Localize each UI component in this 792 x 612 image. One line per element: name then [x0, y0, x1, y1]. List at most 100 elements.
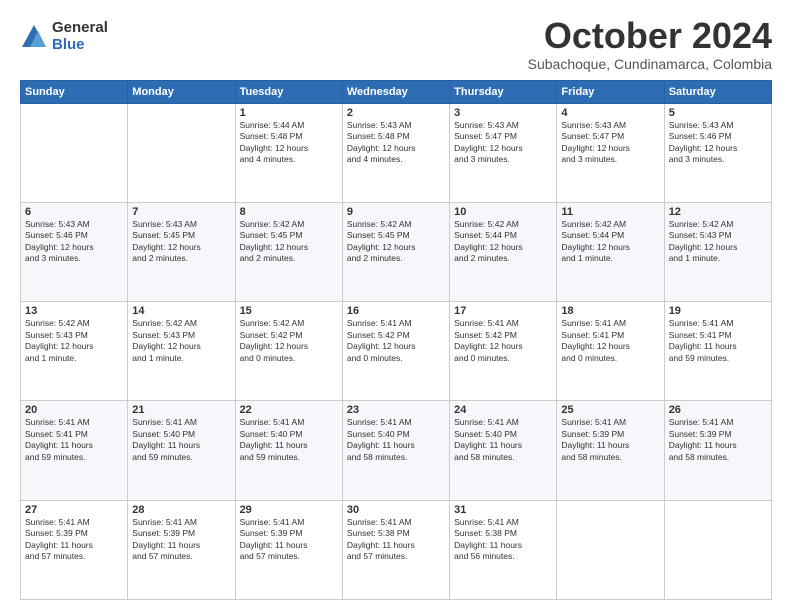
week-row-3: 20Sunrise: 5:41 AM Sunset: 5:41 PM Dayli… [21, 401, 772, 500]
calendar-cell: 23Sunrise: 5:41 AM Sunset: 5:40 PM Dayli… [342, 401, 449, 500]
day-number: 28 [132, 504, 230, 516]
month-title: October 2024 [528, 16, 772, 56]
calendar-cell: 12Sunrise: 5:42 AM Sunset: 5:43 PM Dayli… [664, 202, 771, 301]
calendar-cell: 3Sunrise: 5:43 AM Sunset: 5:47 PM Daylig… [450, 103, 557, 202]
calendar-cell: 17Sunrise: 5:41 AM Sunset: 5:42 PM Dayli… [450, 302, 557, 401]
calendar-cell: 26Sunrise: 5:41 AM Sunset: 5:39 PM Dayli… [664, 401, 771, 500]
logo-icon [20, 23, 48, 51]
weekday-header-tuesday: Tuesday [235, 80, 342, 103]
day-info: Sunrise: 5:41 AM Sunset: 5:40 PM Dayligh… [240, 417, 338, 463]
calendar-cell: 22Sunrise: 5:41 AM Sunset: 5:40 PM Dayli… [235, 401, 342, 500]
day-info: Sunrise: 5:41 AM Sunset: 5:41 PM Dayligh… [25, 417, 123, 463]
weekday-header-wednesday: Wednesday [342, 80, 449, 103]
day-info: Sunrise: 5:41 AM Sunset: 5:39 PM Dayligh… [25, 517, 123, 563]
location: Subachoque, Cundinamarca, Colombia [528, 56, 772, 72]
day-number: 1 [240, 107, 338, 119]
calendar-cell: 8Sunrise: 5:42 AM Sunset: 5:45 PM Daylig… [235, 202, 342, 301]
day-info: Sunrise: 5:41 AM Sunset: 5:38 PM Dayligh… [347, 517, 445, 563]
calendar-cell: 11Sunrise: 5:42 AM Sunset: 5:44 PM Dayli… [557, 202, 664, 301]
day-info: Sunrise: 5:42 AM Sunset: 5:44 PM Dayligh… [454, 219, 552, 265]
day-number: 19 [669, 305, 767, 317]
week-row-0: 1Sunrise: 5:44 AM Sunset: 5:48 PM Daylig… [21, 103, 772, 202]
day-info: Sunrise: 5:42 AM Sunset: 5:43 PM Dayligh… [669, 219, 767, 265]
day-info: Sunrise: 5:43 AM Sunset: 5:46 PM Dayligh… [25, 219, 123, 265]
weekday-header-friday: Friday [557, 80, 664, 103]
week-row-2: 13Sunrise: 5:42 AM Sunset: 5:43 PM Dayli… [21, 302, 772, 401]
day-number: 16 [347, 305, 445, 317]
day-number: 5 [669, 107, 767, 119]
calendar-cell: 9Sunrise: 5:42 AM Sunset: 5:45 PM Daylig… [342, 202, 449, 301]
day-number: 26 [669, 404, 767, 416]
calendar-cell: 16Sunrise: 5:41 AM Sunset: 5:42 PM Dayli… [342, 302, 449, 401]
day-info: Sunrise: 5:41 AM Sunset: 5:41 PM Dayligh… [669, 318, 767, 364]
day-number: 29 [240, 504, 338, 516]
day-number: 22 [240, 404, 338, 416]
day-info: Sunrise: 5:41 AM Sunset: 5:42 PM Dayligh… [454, 318, 552, 364]
day-info: Sunrise: 5:43 AM Sunset: 5:47 PM Dayligh… [561, 120, 659, 166]
logo-text: General Blue [52, 20, 108, 53]
day-number: 6 [25, 206, 123, 218]
day-info: Sunrise: 5:41 AM Sunset: 5:40 PM Dayligh… [132, 417, 230, 463]
title-section: October 2024 Subachoque, Cundinamarca, C… [528, 16, 772, 72]
day-number: 21 [132, 404, 230, 416]
day-number: 20 [25, 404, 123, 416]
day-info: Sunrise: 5:41 AM Sunset: 5:38 PM Dayligh… [454, 517, 552, 563]
day-number: 10 [454, 206, 552, 218]
day-number: 15 [240, 305, 338, 317]
calendar-cell: 7Sunrise: 5:43 AM Sunset: 5:45 PM Daylig… [128, 202, 235, 301]
day-info: Sunrise: 5:42 AM Sunset: 5:43 PM Dayligh… [132, 318, 230, 364]
logo-general: General [52, 20, 108, 37]
day-info: Sunrise: 5:43 AM Sunset: 5:47 PM Dayligh… [454, 120, 552, 166]
day-info: Sunrise: 5:42 AM Sunset: 5:42 PM Dayligh… [240, 318, 338, 364]
day-number: 2 [347, 107, 445, 119]
weekday-header-row: SundayMondayTuesdayWednesdayThursdayFrid… [21, 80, 772, 103]
day-info: Sunrise: 5:41 AM Sunset: 5:39 PM Dayligh… [669, 417, 767, 463]
calendar-cell: 21Sunrise: 5:41 AM Sunset: 5:40 PM Dayli… [128, 401, 235, 500]
day-info: Sunrise: 5:41 AM Sunset: 5:42 PM Dayligh… [347, 318, 445, 364]
day-info: Sunrise: 5:41 AM Sunset: 5:39 PM Dayligh… [561, 417, 659, 463]
calendar-cell: 14Sunrise: 5:42 AM Sunset: 5:43 PM Dayli… [128, 302, 235, 401]
day-number: 12 [669, 206, 767, 218]
day-info: Sunrise: 5:41 AM Sunset: 5:39 PM Dayligh… [240, 517, 338, 563]
day-info: Sunrise: 5:43 AM Sunset: 5:48 PM Dayligh… [347, 120, 445, 166]
logo-blue: Blue [52, 37, 108, 54]
day-number: 17 [454, 305, 552, 317]
calendar-cell: 29Sunrise: 5:41 AM Sunset: 5:39 PM Dayli… [235, 500, 342, 599]
day-info: Sunrise: 5:41 AM Sunset: 5:39 PM Dayligh… [132, 517, 230, 563]
day-info: Sunrise: 5:42 AM Sunset: 5:43 PM Dayligh… [25, 318, 123, 364]
weekday-header-thursday: Thursday [450, 80, 557, 103]
calendar-cell: 1Sunrise: 5:44 AM Sunset: 5:48 PM Daylig… [235, 103, 342, 202]
day-info: Sunrise: 5:41 AM Sunset: 5:41 PM Dayligh… [561, 318, 659, 364]
calendar-cell: 24Sunrise: 5:41 AM Sunset: 5:40 PM Dayli… [450, 401, 557, 500]
calendar-cell: 15Sunrise: 5:42 AM Sunset: 5:42 PM Dayli… [235, 302, 342, 401]
calendar-cell: 31Sunrise: 5:41 AM Sunset: 5:38 PM Dayli… [450, 500, 557, 599]
day-number: 8 [240, 206, 338, 218]
calendar-body: 1Sunrise: 5:44 AM Sunset: 5:48 PM Daylig… [21, 103, 772, 599]
day-number: 11 [561, 206, 659, 218]
calendar-cell [557, 500, 664, 599]
calendar: SundayMondayTuesdayWednesdayThursdayFrid… [20, 80, 772, 600]
day-number: 23 [347, 404, 445, 416]
calendar-cell: 27Sunrise: 5:41 AM Sunset: 5:39 PM Dayli… [21, 500, 128, 599]
calendar-cell [128, 103, 235, 202]
week-row-4: 27Sunrise: 5:41 AM Sunset: 5:39 PM Dayli… [21, 500, 772, 599]
day-number: 24 [454, 404, 552, 416]
week-row-1: 6Sunrise: 5:43 AM Sunset: 5:46 PM Daylig… [21, 202, 772, 301]
day-info: Sunrise: 5:42 AM Sunset: 5:44 PM Dayligh… [561, 219, 659, 265]
day-info: Sunrise: 5:43 AM Sunset: 5:46 PM Dayligh… [669, 120, 767, 166]
day-number: 31 [454, 504, 552, 516]
header: General Blue October 2024 Subachoque, Cu… [20, 16, 772, 72]
day-info: Sunrise: 5:42 AM Sunset: 5:45 PM Dayligh… [240, 219, 338, 265]
day-number: 7 [132, 206, 230, 218]
day-number: 27 [25, 504, 123, 516]
calendar-cell: 25Sunrise: 5:41 AM Sunset: 5:39 PM Dayli… [557, 401, 664, 500]
weekday-header-monday: Monday [128, 80, 235, 103]
day-info: Sunrise: 5:41 AM Sunset: 5:40 PM Dayligh… [454, 417, 552, 463]
calendar-cell: 30Sunrise: 5:41 AM Sunset: 5:38 PM Dayli… [342, 500, 449, 599]
calendar-cell: 6Sunrise: 5:43 AM Sunset: 5:46 PM Daylig… [21, 202, 128, 301]
day-number: 30 [347, 504, 445, 516]
calendar-cell: 18Sunrise: 5:41 AM Sunset: 5:41 PM Dayli… [557, 302, 664, 401]
day-number: 18 [561, 305, 659, 317]
day-number: 14 [132, 305, 230, 317]
page: General Blue October 2024 Subachoque, Cu… [0, 0, 792, 612]
